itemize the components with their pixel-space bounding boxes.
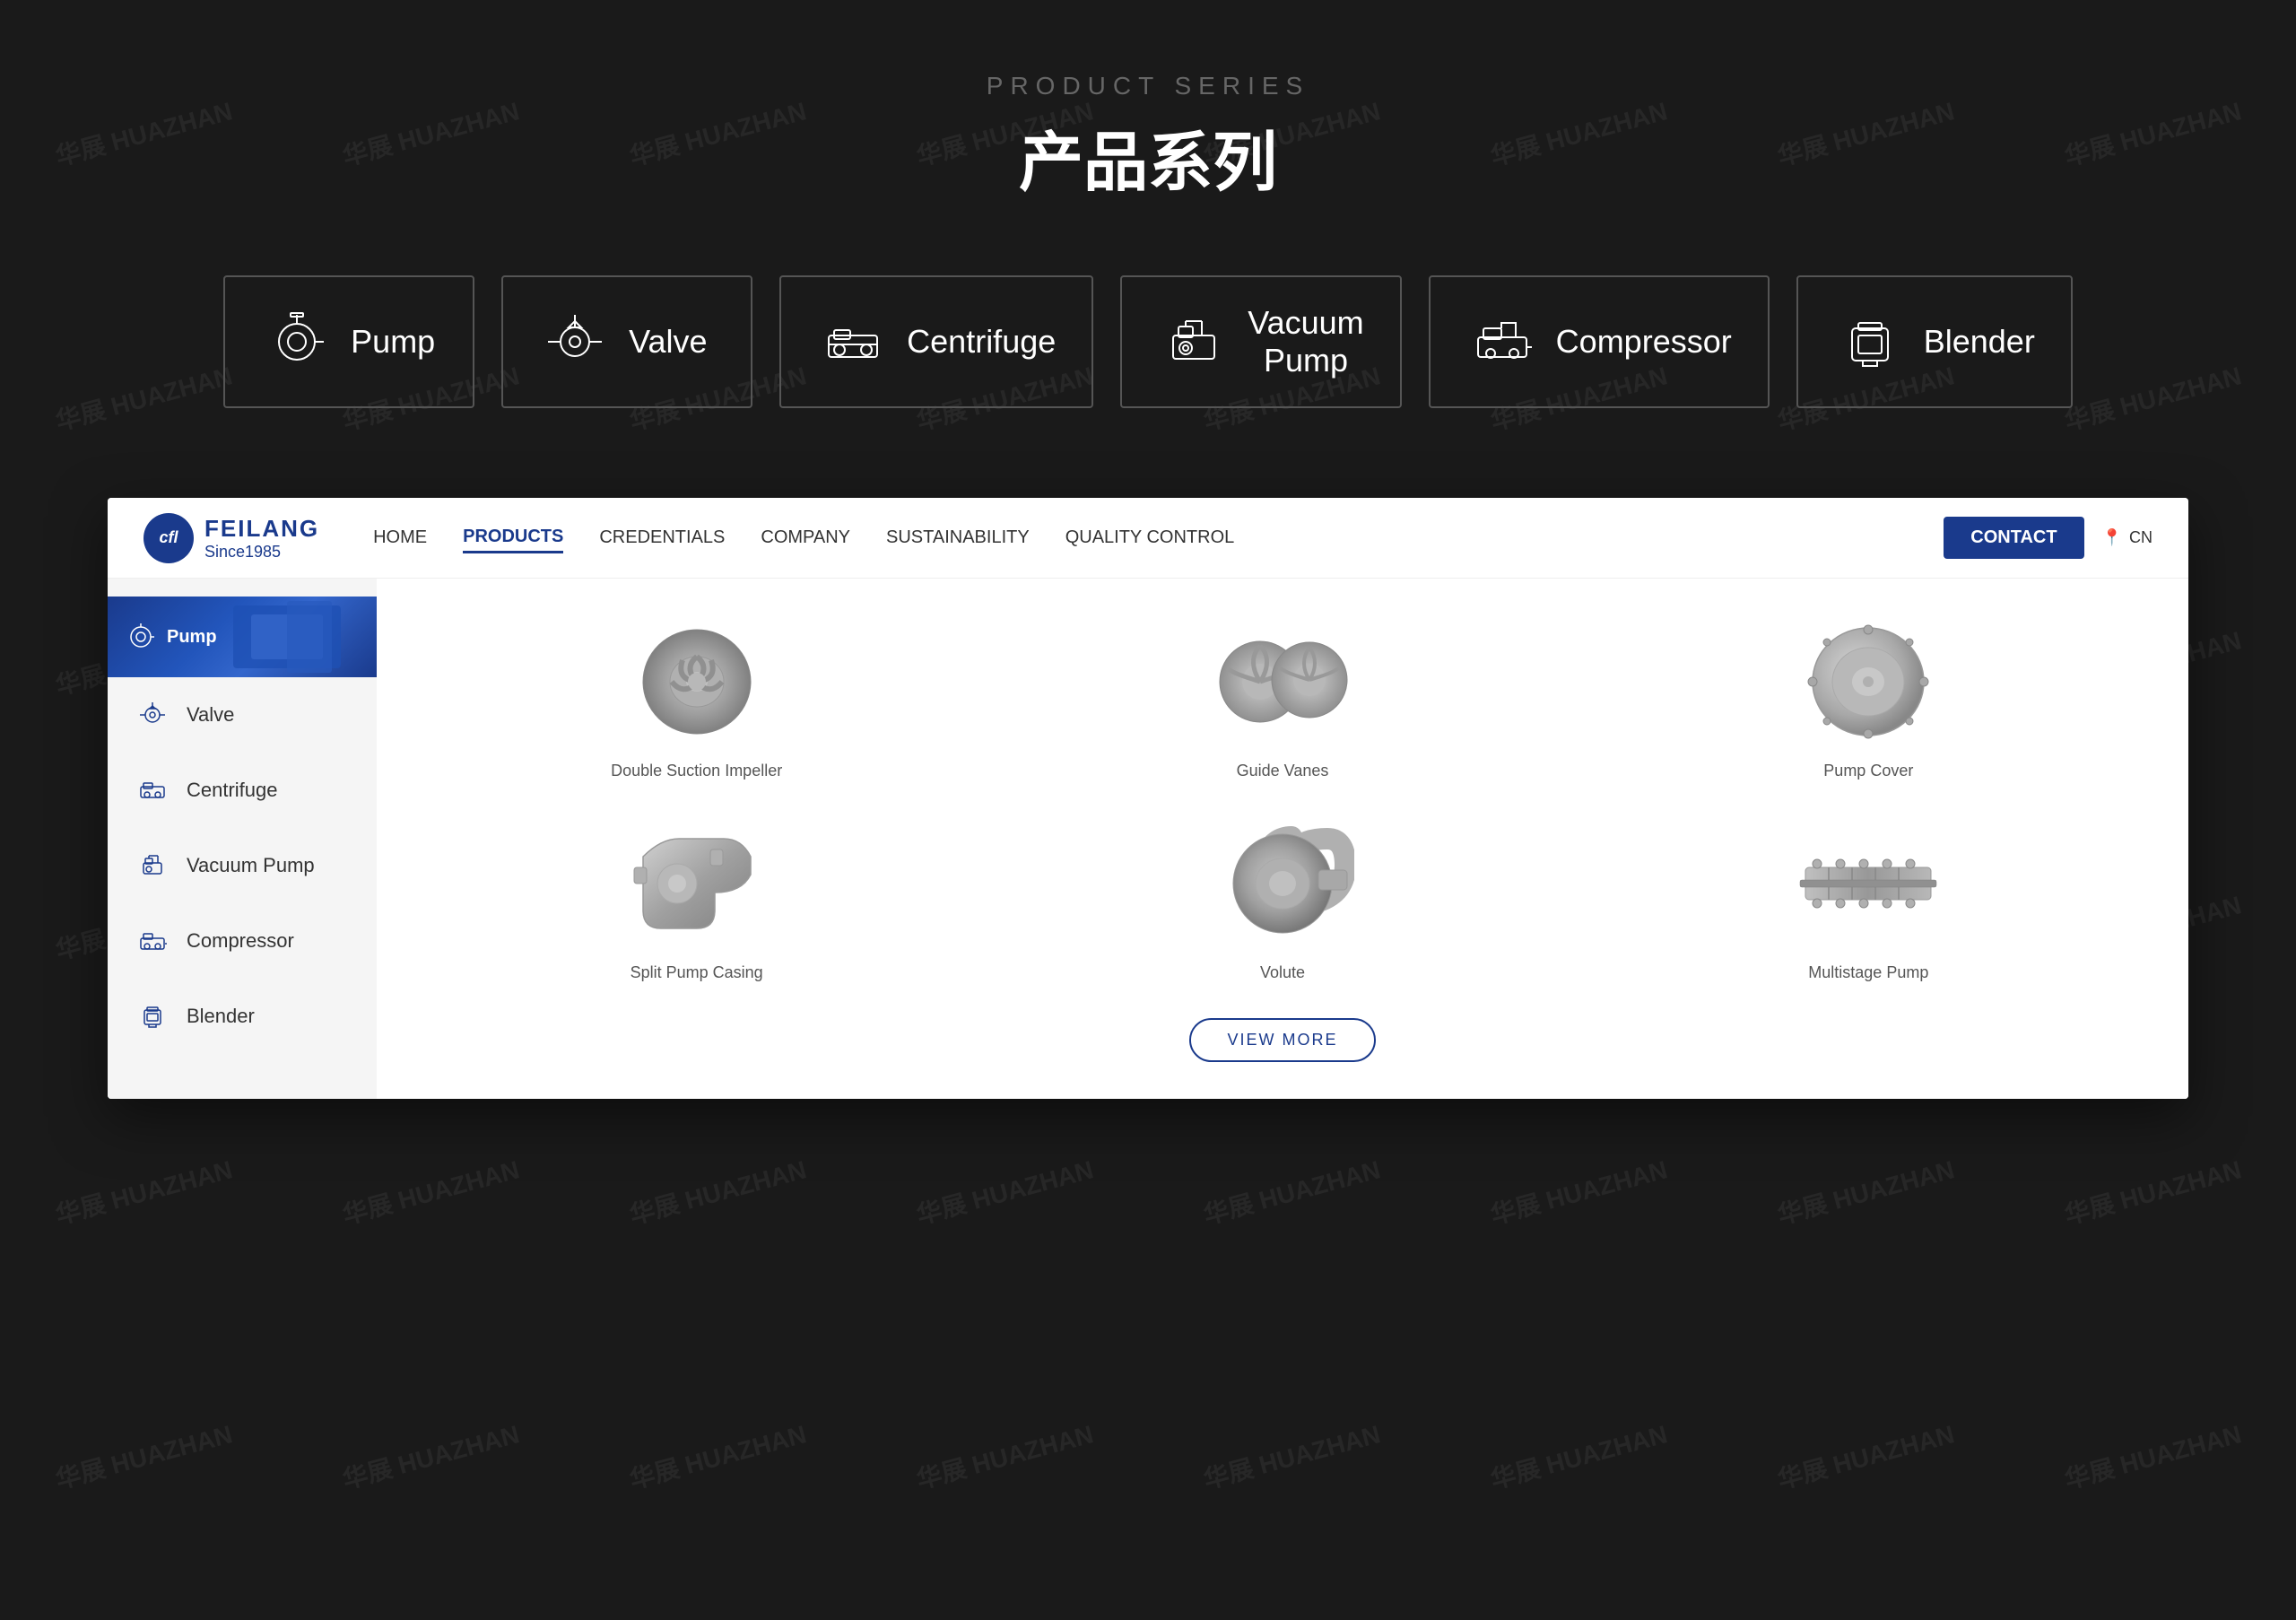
- sidebar-blender-icon: [135, 998, 170, 1034]
- product-series-title: 产品系列: [179, 109, 2117, 204]
- logo-brand: FEILANG: [204, 515, 319, 543]
- sidebar-compressor-icon: [135, 923, 170, 959]
- nav-quality-control[interactable]: QUALITY CONTROL: [1065, 524, 1235, 552]
- sidebar-valve-label: Valve: [187, 703, 234, 727]
- watermark-item: 华展 HUAZHAN: [544, 1291, 890, 1620]
- guide-vanes-label: Guide Vanes: [1237, 762, 1329, 780]
- split-pump-casing-label: Split Pump Casing: [631, 963, 763, 982]
- watermark-item: 华展 HUAZHAN: [0, 1291, 317, 1620]
- watermark-item: 华展 HUAZHAN: [1692, 1291, 2038, 1620]
- blender-card-label: Blender: [1924, 323, 2035, 361]
- contact-button[interactable]: CONTACT: [1944, 517, 2083, 559]
- pump-icon: [261, 306, 333, 378]
- nav-right: CONTACT 📍 CN: [1944, 517, 2152, 559]
- sidebar-vacuum-pump-label: Vacuum Pump: [187, 854, 315, 877]
- top-section: PRODUCT SERIES 产品系列 Pump: [0, 0, 2296, 462]
- pump-banner: Pump: [108, 597, 377, 677]
- double-suction-impeller-label: Double Suction Impeller: [611, 762, 782, 780]
- sidebar-item-valve[interactable]: Valve: [108, 677, 377, 753]
- product-item-double-suction-impeller[interactable]: Double Suction Impeller: [430, 614, 962, 780]
- pump-cover-image: [1787, 614, 1949, 749]
- logo-text: FEILANG Since1985: [204, 515, 319, 562]
- category-card-vacuum-pump[interactable]: VacuumPump: [1120, 275, 1401, 408]
- bottom-space: [0, 1099, 2296, 1171]
- product-item-split-pump-casing[interactable]: Split Pump Casing: [430, 816, 962, 982]
- category-cards: Pump Valve: [179, 275, 2117, 408]
- globe-icon: 📍: [2102, 528, 2122, 547]
- logo[interactable]: cfl FEILANG Since1985: [144, 513, 319, 563]
- product-item-pump-cover[interactable]: Pump Cover: [1603, 614, 2135, 780]
- logo-circle: cfl: [144, 513, 194, 563]
- compressor-icon: [1466, 306, 1538, 378]
- sidebar-compressor-label: Compressor: [187, 929, 294, 953]
- centrifuge-icon: [817, 306, 889, 378]
- category-card-valve[interactable]: Valve: [501, 275, 752, 408]
- category-card-centrifuge[interactable]: Centrifuge: [779, 275, 1093, 408]
- nav-company[interactable]: COMPANY: [761, 524, 850, 552]
- logo-letters: cfl: [159, 528, 178, 547]
- sidebar-blender-label: Blender: [187, 1005, 255, 1028]
- sidebar-pump-label: Pump: [167, 627, 217, 648]
- centrifuge-card-label: Centrifuge: [907, 323, 1056, 361]
- watermark-item: 华展 HUAZHAN: [1979, 1291, 2296, 1620]
- content-area: Pump Valve: [108, 579, 2188, 1099]
- product-item-guide-vanes[interactable]: Guide Vanes: [1016, 614, 1548, 780]
- product-item-volute[interactable]: Volute: [1016, 816, 1548, 982]
- sidebar-vacuum-pump-icon: [135, 848, 170, 884]
- nav-credentials[interactable]: CREDENTIALS: [599, 524, 725, 552]
- pump-card-label: Pump: [351, 323, 435, 361]
- nav-products[interactable]: PRODUCTS: [463, 523, 563, 553]
- product-item-multistage-pump[interactable]: Multistage Pump: [1603, 816, 2135, 982]
- valve-icon: [539, 306, 611, 378]
- double-suction-impeller-image: [616, 614, 778, 749]
- watermark-item: 华展 HUAZHAN: [1405, 1291, 1751, 1620]
- sidebar-centrifuge-icon: [135, 772, 170, 808]
- sidebar-item-vacuum-pump[interactable]: Vacuum Pump: [108, 828, 377, 903]
- sidebar-item-compressor[interactable]: Compressor: [108, 903, 377, 979]
- sidebar: Pump Valve: [108, 579, 377, 1099]
- nav-links: HOME PRODUCTS CREDENTIALS COMPANY SUSTAI…: [373, 523, 1944, 553]
- pump-cover-label: Pump Cover: [1823, 762, 1913, 780]
- compressor-card-label: Compressor: [1556, 323, 1732, 361]
- lang-label: CN: [2129, 528, 2152, 547]
- website-container: cfl FEILANG Since1985 HOME PRODUCTS CRED…: [108, 498, 2188, 1099]
- sidebar-valve-icon: [135, 697, 170, 733]
- sidebar-item-pump[interactable]: Pump: [108, 597, 377, 677]
- logo-since: Since1985: [204, 543, 319, 562]
- watermark-item: 华展 HUAZHAN: [831, 1291, 1177, 1620]
- lang-switcher[interactable]: 📍 CN: [2102, 528, 2152, 547]
- view-more-button[interactable]: VIEW MORE: [1189, 1018, 1375, 1062]
- valve-card-label: Valve: [629, 323, 707, 361]
- split-pump-casing-image: [616, 816, 778, 951]
- multistage-pump-image: [1787, 816, 1949, 951]
- nav-sustainability[interactable]: SUSTAINABILITY: [886, 524, 1030, 552]
- guide-vanes-image: [1202, 614, 1363, 749]
- sidebar-item-blender[interactable]: Blender: [108, 979, 377, 1054]
- sidebar-item-centrifuge[interactable]: Centrifuge: [108, 753, 377, 828]
- navigation: cfl FEILANG Since1985 HOME PRODUCTS CRED…: [108, 498, 2188, 579]
- vacuum-pump-card-label: VacuumPump: [1248, 304, 1363, 379]
- watermark-item: 华展 HUAZHAN: [257, 1291, 603, 1620]
- sidebar-centrifuge-label: Centrifuge: [187, 779, 278, 802]
- category-card-pump[interactable]: Pump: [223, 275, 474, 408]
- volute-label: Volute: [1260, 963, 1305, 982]
- vacuum-pump-icon: [1158, 306, 1230, 378]
- watermark-item: 华展 HUAZHAN: [1118, 1291, 1464, 1620]
- product-main: Double Suction Impeller: [377, 579, 2188, 1099]
- product-grid: Double Suction Impeller: [430, 614, 2135, 982]
- volute-image: [1202, 816, 1363, 951]
- nav-home[interactable]: HOME: [373, 524, 427, 552]
- multistage-pump-label: Multistage Pump: [1808, 963, 1928, 982]
- category-card-blender[interactable]: Blender: [1796, 275, 2073, 408]
- blender-icon: [1834, 306, 1906, 378]
- product-series-subtitle: PRODUCT SERIES: [179, 72, 2117, 100]
- category-card-compressor[interactable]: Compressor: [1429, 275, 1770, 408]
